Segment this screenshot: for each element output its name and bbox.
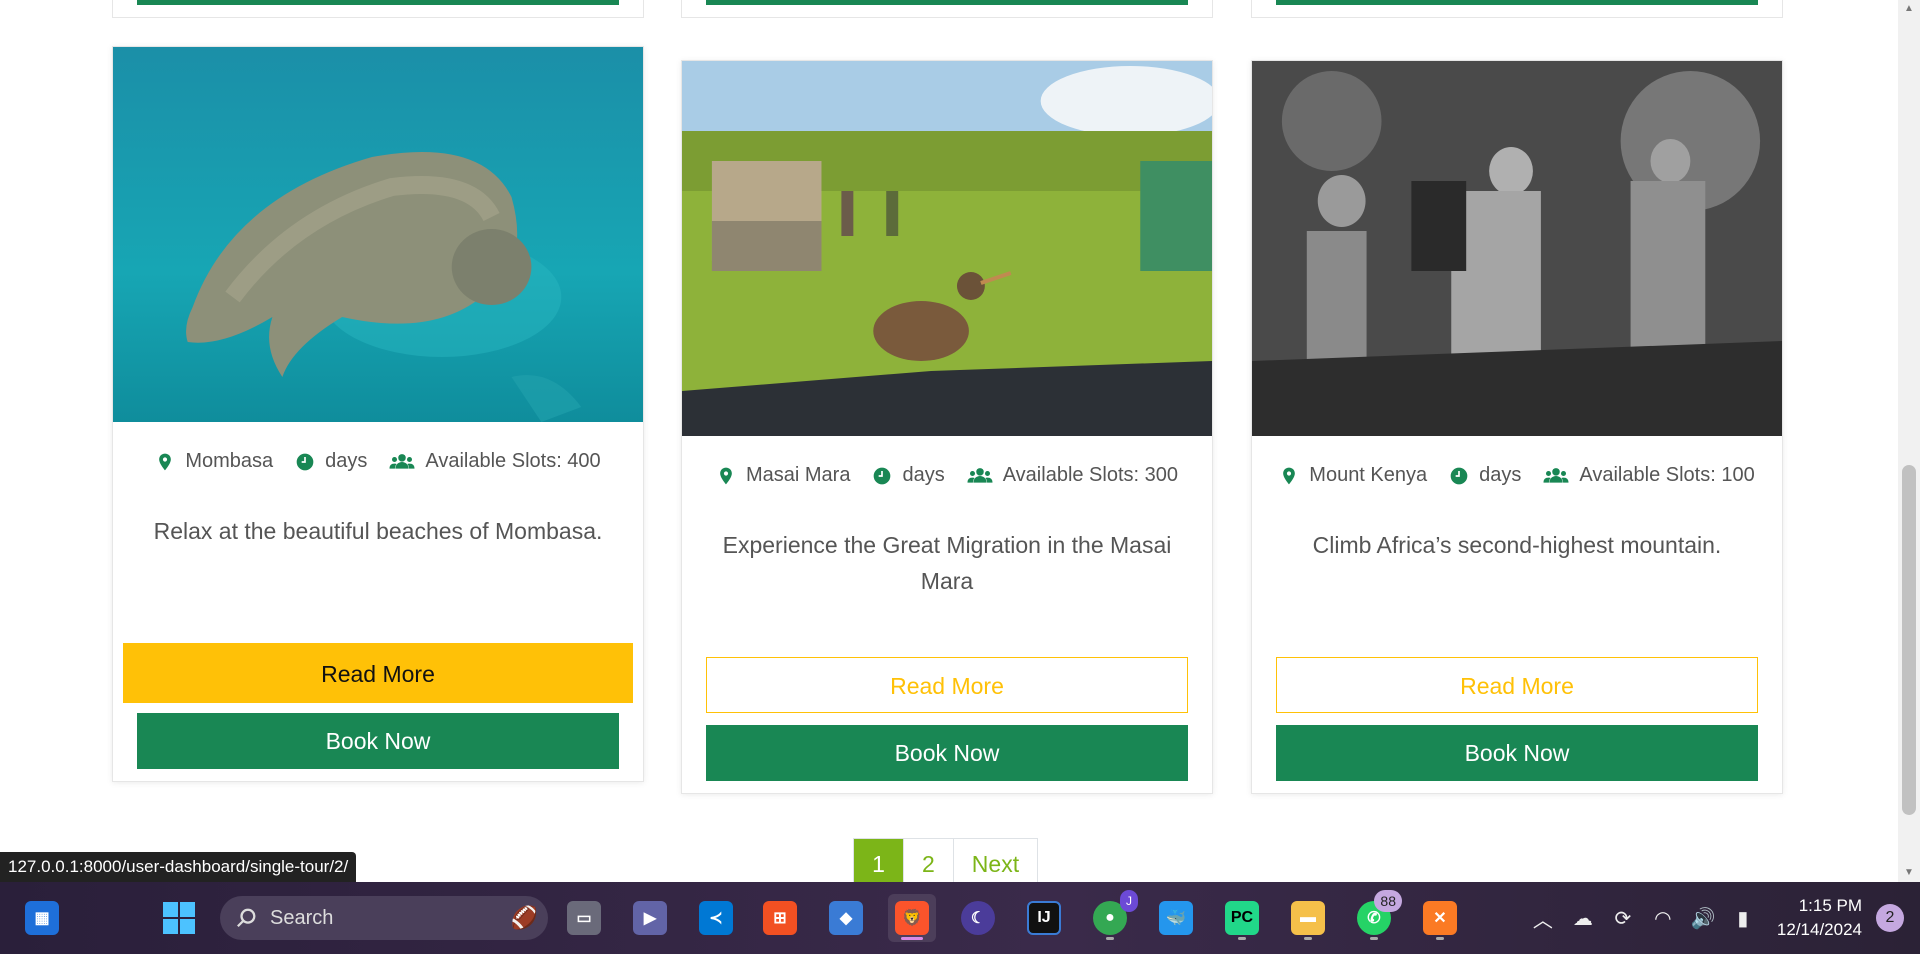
brave-browser-icon[interactable]: 🦁 xyxy=(888,894,936,942)
prev-card-bottom xyxy=(1251,0,1783,18)
browser-viewport: Mombasa days Available Slots: 400 Relax … xyxy=(0,0,1920,882)
page-scrollbar[interactable]: ▲ ▼ xyxy=(1898,0,1920,882)
users-icon xyxy=(1543,467,1569,483)
sync-icon[interactable]: ⟳ xyxy=(1603,898,1643,938)
copilot-icon[interactable]: ◆ xyxy=(822,894,870,942)
prev-card-bottom xyxy=(112,0,644,18)
location: Masai Mara xyxy=(716,464,850,487)
vscode-icon[interactable]: ≺ xyxy=(692,894,740,942)
search-highlight-icon: 🏈 xyxy=(510,905,538,930)
location-text: Mount Kenya xyxy=(1309,464,1428,486)
battery-icon[interactable]: ▮ xyxy=(1723,898,1763,938)
intellij-icon[interactable]: IJ xyxy=(1020,894,1068,942)
chrome-profile-badge: J xyxy=(1120,890,1138,912)
cloud-offline-icon[interactable]: ☁ xyxy=(1563,898,1603,938)
prev-book-button[interactable] xyxy=(706,0,1188,5)
chevron-up-icon[interactable]: ︿ xyxy=(1523,898,1563,938)
whatsapp-icon[interactable]: ✆ 88 xyxy=(1350,890,1402,942)
clock-time: 1:15 PM xyxy=(1798,896,1862,915)
tour-description: Relax at the beautiful beaches of Mombas… xyxy=(153,518,603,544)
page-1-link[interactable]: 1 xyxy=(854,839,904,882)
duration-text: days xyxy=(325,450,368,472)
scroll-down-arrow-icon[interactable]: ▼ xyxy=(1898,864,1920,882)
slots-text: Available Slots: 100 xyxy=(1579,464,1755,486)
tour-card-masai-mara: Masai Mara days Available Slots: 300 Exp… xyxy=(681,60,1213,794)
widgets-icon[interactable]: ▦ xyxy=(18,894,66,942)
book-now-button[interactable]: Book Now xyxy=(706,725,1188,781)
tour-image-manatee[interactable] xyxy=(113,47,643,422)
read-more-button[interactable]: Read More xyxy=(706,657,1188,713)
notification-count-badge[interactable]: 2 xyxy=(1876,904,1904,932)
users-icon xyxy=(967,467,993,483)
clock[interactable]: 1:15 PM 12/14/2024 xyxy=(1777,894,1862,942)
clock-icon xyxy=(296,453,314,470)
windows-taskbar: ▦ Search 🏈 ▭ ▶ ≺ ⊞ ◆ 🦁 ☾ IJ ● J 🐳 PC ▬ ✆ 8… xyxy=(0,882,1920,954)
slots: Available Slots: 300 xyxy=(967,464,1178,487)
map-pin-icon xyxy=(720,467,732,484)
volume-icon[interactable]: 🔊 xyxy=(1683,898,1723,938)
tour-card-mombasa: Mombasa days Available Slots: 400 Relax … xyxy=(112,46,644,782)
pycharm-icon[interactable]: PC xyxy=(1218,894,1266,942)
location-text: Mombasa xyxy=(185,450,274,472)
search-placeholder: Search xyxy=(270,906,334,929)
system-tray: ︿ ☁ ⟳ ◠ 🔊 ▮ 1:15 PM 12/14/2024 2 xyxy=(1523,882,1920,954)
next-page-link[interactable]: Next xyxy=(953,839,1038,882)
pagination: 1 2 Next xyxy=(853,838,1039,882)
ms-store-icon[interactable]: ⊞ xyxy=(756,894,804,942)
tour-description: Climb Africa’s second-highest mountain. xyxy=(1312,532,1722,558)
xampp-icon[interactable]: ✕ xyxy=(1416,894,1464,942)
prev-book-button[interactable] xyxy=(137,0,619,5)
docker-icon[interactable]: 🐳 xyxy=(1152,894,1200,942)
duration: days xyxy=(295,450,367,473)
slots: Available Slots: 100 xyxy=(1543,464,1755,487)
chrome-icon[interactable]: ● J xyxy=(1086,890,1138,942)
wifi-icon[interactable]: ◠ xyxy=(1643,898,1683,938)
prev-card-bottom xyxy=(681,0,1213,18)
tour-description: Experience the Great Migration in the Ma… xyxy=(722,532,1172,594)
prev-book-button[interactable] xyxy=(1276,0,1758,5)
map-pin-icon xyxy=(1283,467,1296,484)
book-now-button[interactable]: Book Now xyxy=(137,713,619,769)
link-status-bar: 127.0.0.1:8000/user-dashboard/single-tou… xyxy=(0,852,357,882)
scroll-up-arrow-icon[interactable]: ▲ xyxy=(1898,0,1920,18)
duration-text: days xyxy=(902,464,945,486)
tour-card-mount-kenya: Mount Kenya days Available Slots: 100 Cl… xyxy=(1251,60,1783,794)
slots-text: Available Slots: 300 xyxy=(1002,464,1179,486)
slots-text: Available Slots: 400 xyxy=(425,450,601,472)
whatsapp-unread-badge: 88 xyxy=(1374,890,1402,912)
read-more-button[interactable]: Read More xyxy=(123,643,633,703)
location: Mount Kenya xyxy=(1279,464,1427,487)
map-pin-icon xyxy=(159,453,172,470)
page-2-link[interactable]: 2 xyxy=(904,839,954,882)
tour-image-safari-bird[interactable] xyxy=(682,61,1212,436)
duration: days xyxy=(1449,464,1521,487)
duration: days xyxy=(872,464,945,487)
read-more-button[interactable]: Read More xyxy=(1276,657,1758,713)
scrollbar-thumb[interactable] xyxy=(1902,465,1916,815)
moon-app-icon[interactable]: ☾ xyxy=(954,894,1002,942)
book-now-button[interactable]: Book Now xyxy=(1276,725,1758,781)
duration-text: days xyxy=(1479,464,1522,486)
start-menu-icon[interactable] xyxy=(155,894,203,942)
users-icon xyxy=(389,453,415,469)
teams-icon[interactable]: ▶ xyxy=(626,894,674,942)
location: Mombasa xyxy=(155,450,273,473)
clock-icon xyxy=(874,467,891,484)
search-icon xyxy=(237,908,256,928)
taskbar-search-box[interactable]: Search 🏈 xyxy=(220,896,548,940)
task-view-icon[interactable]: ▭ xyxy=(560,894,608,942)
location-text: Masai Mara xyxy=(745,464,851,486)
slots: Available Slots: 400 xyxy=(389,450,601,473)
clock-icon xyxy=(1450,467,1468,484)
clock-date: 12/14/2024 xyxy=(1776,920,1862,939)
tour-image-hikers[interactable] xyxy=(1252,61,1782,436)
file-explorer-icon[interactable]: ▬ xyxy=(1284,894,1332,942)
